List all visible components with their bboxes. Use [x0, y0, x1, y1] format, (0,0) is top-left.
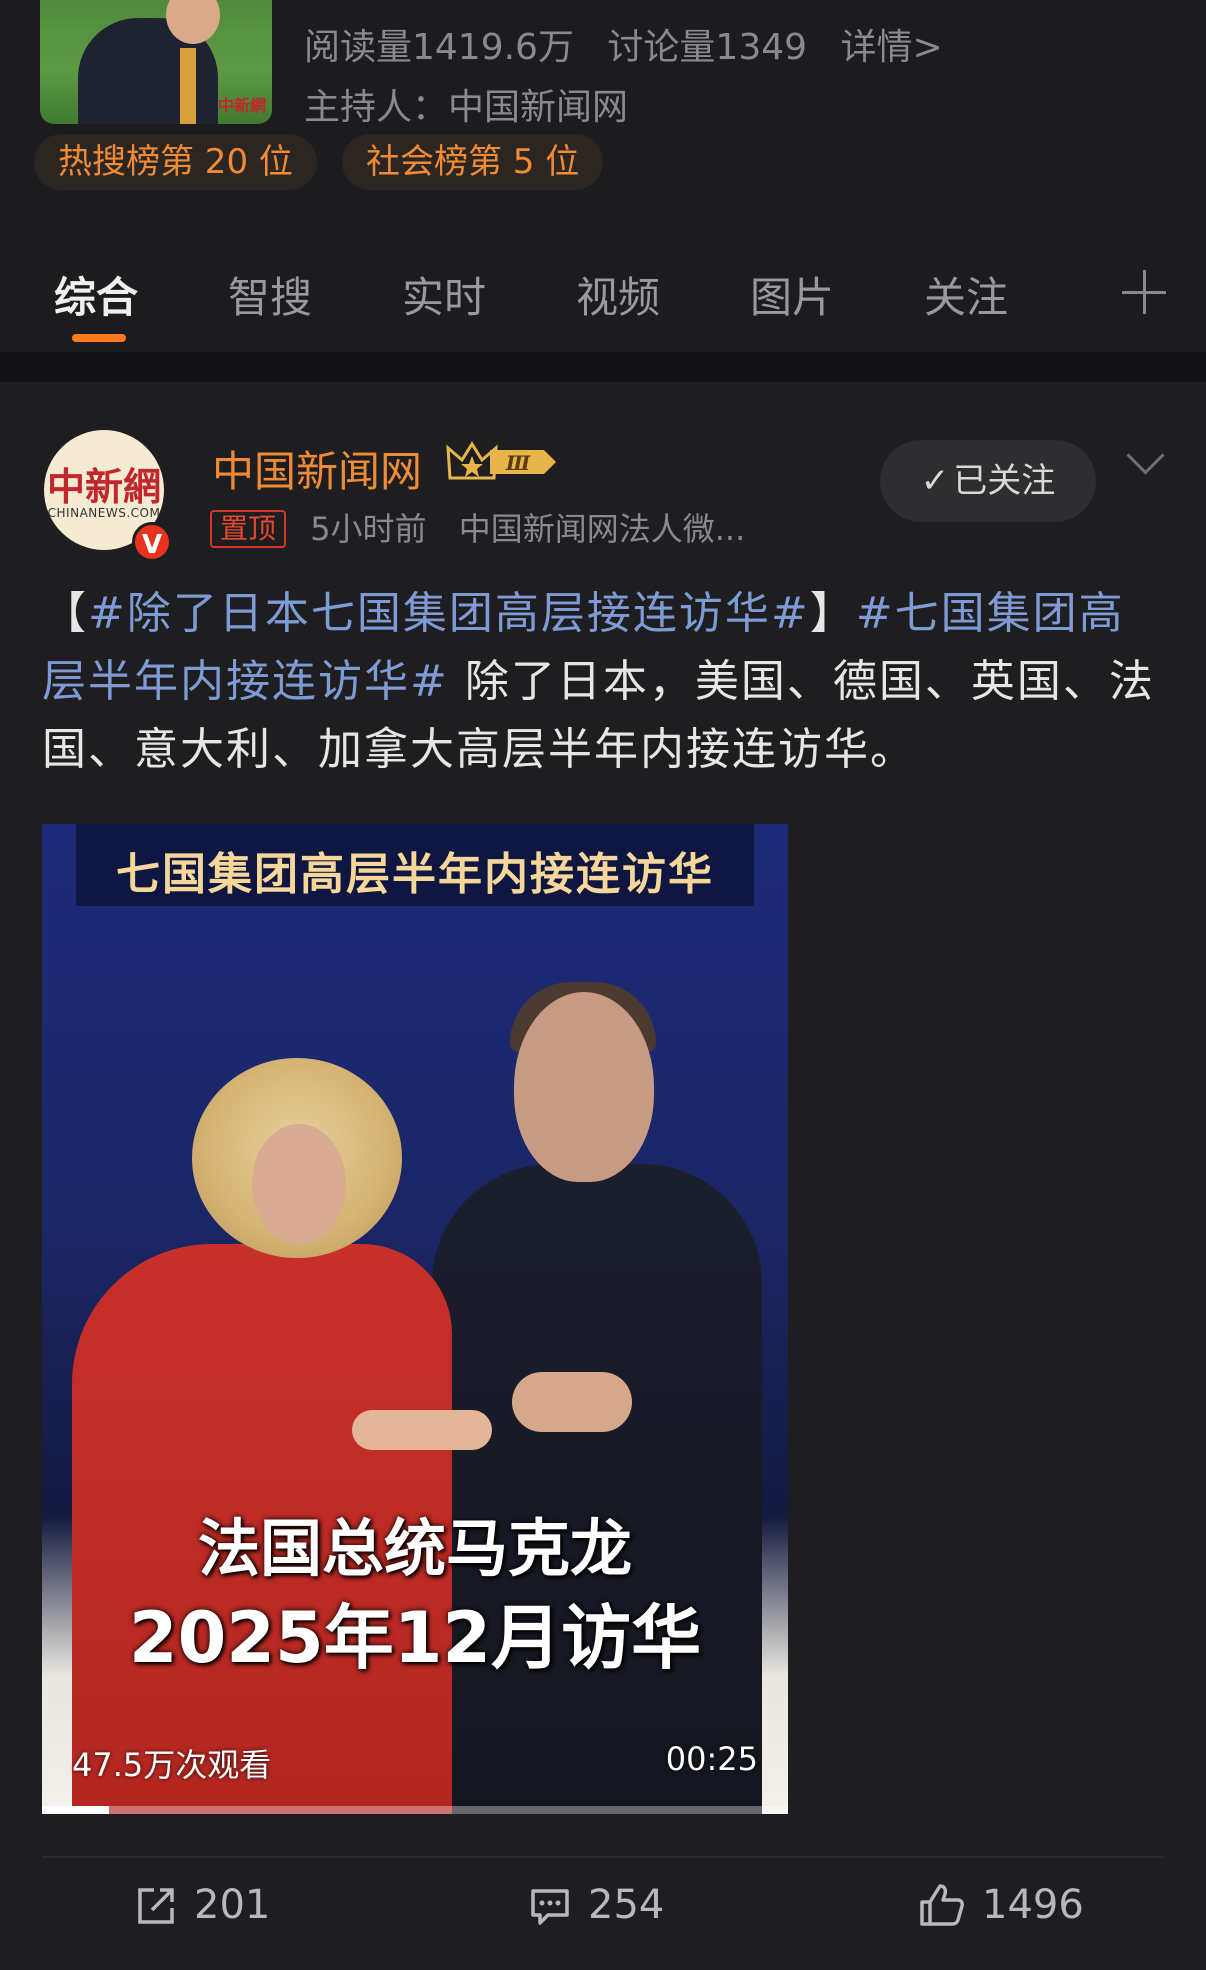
comment-count: 254 — [588, 1882, 665, 1928]
video-figure-man-head — [514, 992, 654, 1182]
discussion-count: 讨论量1349 — [607, 27, 808, 68]
avatar-logo-text: 中新網 — [46, 464, 161, 509]
video-progress-fill — [42, 1806, 110, 1814]
hashtag-link[interactable]: #除了日本七国集团高层接连访华# — [88, 588, 810, 639]
video-caption-date: 2025年12月访华 — [128, 1597, 702, 1679]
thumb-watermark: 中新網 — [217, 96, 266, 115]
detail-link[interactable]: 详情> — [841, 27, 943, 68]
bracket-open: 【 — [42, 588, 88, 639]
post-meta: 置顶 5小时前 中国新闻网法人微... — [210, 504, 745, 550]
video-progress-bar[interactable] — [42, 1806, 788, 1814]
video-figure-hands — [512, 1372, 632, 1432]
tab-following[interactable]: 关注 — [924, 264, 1008, 325]
check-icon: ✓ — [920, 461, 950, 501]
post-time: 5小时前 — [310, 510, 427, 548]
video-figure-woman-face — [252, 1124, 346, 1244]
pinned-badge: 置顶 — [210, 510, 287, 548]
avatar[interactable]: 中新網 CHINANEWS.COM V — [44, 430, 172, 562]
thumb-tie — [180, 48, 196, 124]
share-icon — [138, 1888, 174, 1924]
active-tab-indicator — [72, 334, 126, 342]
post-source: 中国新闻网法人微... — [458, 510, 746, 548]
video-banner-text: 七国集团高层半年内接连访华 — [116, 849, 714, 900]
repost-button[interactable]: 201 — [134, 1882, 270, 1938]
like-button[interactable]: 1496 — [918, 1882, 1084, 1938]
like-count: 1496 — [982, 1882, 1084, 1928]
bracket-close: 】 — [809, 588, 856, 639]
thumbs-up-icon — [920, 1884, 964, 1926]
member-level-label: Ⅲ — [505, 451, 531, 475]
plus-icon[interactable] — [1122, 270, 1166, 314]
hot-search-rank-badge[interactable]: 热搜榜第 20 位 — [34, 134, 317, 190]
topic-host: 主持人：中国新闻网 — [304, 87, 629, 128]
chevron-down-icon[interactable] — [1126, 436, 1165, 475]
post-card: 中新網 CHINANEWS.COM V 中国新闻网 Ⅲ 置顶 5小时前 中国新闻… — [0, 382, 1206, 1970]
tab-images[interactable]: 图片 — [750, 264, 834, 325]
topic-stats: 阅读量1419.6万 讨论量1349 详情> — [304, 18, 965, 70]
section-divider — [0, 352, 1206, 382]
comment-button[interactable]: 254 — [528, 1882, 664, 1938]
author-name[interactable]: 中国新闻网 — [212, 438, 422, 499]
following-button[interactable]: ✓ 已关注 — [880, 440, 1096, 522]
comment-icon — [531, 1889, 569, 1925]
tab-realtime[interactable]: 实时 — [402, 264, 486, 325]
action-divider — [42, 1856, 1164, 1858]
video-player[interactable]: 七国集团高层半年内接连访华 法国总统马克龙 2025年12月访华 47.5万次观… — [42, 824, 788, 1814]
tab-comprehensive[interactable]: 综合 — [54, 264, 138, 325]
repost-count: 201 — [194, 1882, 271, 1928]
crown-member-icon[interactable]: Ⅲ — [444, 438, 560, 486]
video-figure-hands — [352, 1410, 492, 1450]
following-button-label: 已关注 — [953, 461, 1056, 501]
video-caption-title: 法国总统马克龙 — [197, 1512, 632, 1585]
video-duration: 00:25 — [665, 1740, 758, 1778]
topic-header: 中新網 阅读量1419.6万 讨论量1349 详情> 主持人：中国新闻网 热搜榜… — [0, 0, 1206, 220]
avatar-logo-subtext: CHINANEWS.COM — [47, 506, 161, 520]
tab-smart-search[interactable]: 智搜 — [228, 264, 312, 325]
verified-icon: V — [132, 522, 172, 562]
search-tabs: 综合 智搜 实时 视频 图片 关注 — [0, 250, 1206, 346]
topic-thumbnail[interactable]: 中新網 — [40, 0, 272, 124]
video-figure-man — [432, 1164, 762, 1814]
society-rank-badge[interactable]: 社会榜第 5 位 — [342, 134, 604, 190]
read-count: 阅读量1419.6万 — [304, 27, 574, 68]
video-view-count: 47.5万次观看 — [72, 1746, 272, 1784]
tab-video[interactable]: 视频 — [576, 264, 660, 325]
post-text: 【#除了日本七国集团高层接连访华#】#七国集团高层半年内接连访华# 除了日本，美… — [42, 580, 1162, 784]
